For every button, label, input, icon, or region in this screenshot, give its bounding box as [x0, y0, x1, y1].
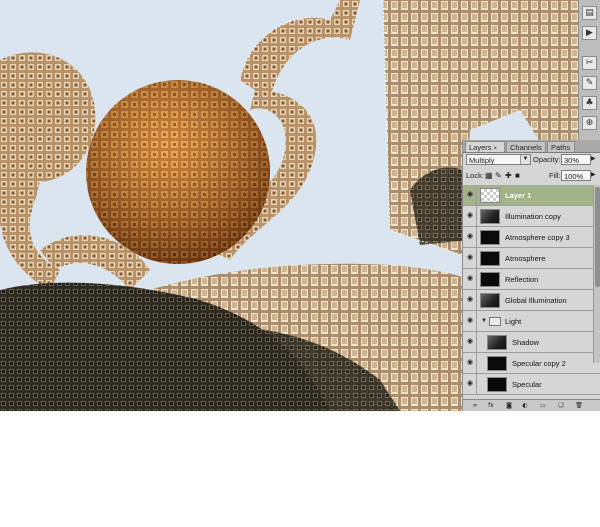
history-icon[interactable]: ▤ — [582, 6, 597, 20]
lock-all-icon[interactable]: ■ — [515, 170, 520, 181]
lock-transparent-icon[interactable]: ▦ — [485, 170, 493, 181]
layer-thumbnail — [480, 251, 500, 266]
lock-pixels-icon[interactable]: ✎ — [495, 170, 502, 181]
layer-list: ◉ Layer 1 ◉ Illumination copy ◉ Atmosphe… — [463, 185, 600, 527]
opacity-arrow-icon[interactable]: ▶ — [591, 154, 596, 165]
layer-name: Atmosphere — [505, 254, 546, 263]
lock-position-icon[interactable]: ✚ — [505, 170, 512, 181]
layer-row-global-illumination[interactable]: ◉ Global Illumination — [463, 290, 600, 311]
fill-label: Fill: — [549, 171, 561, 180]
layer-thumbnail — [487, 356, 507, 371]
close-icon[interactable]: × — [494, 146, 498, 152]
layer-row-specular[interactable]: ◉ Specular — [463, 374, 600, 395]
layer-thumbnail — [487, 335, 507, 350]
eye-icon[interactable]: ◉ — [465, 379, 475, 389]
layer-row-layer-1[interactable]: ◉ Layer 1 — [463, 185, 600, 206]
eye-icon[interactable]: ◉ — [465, 211, 475, 221]
layer-name: Light — [505, 317, 522, 326]
eye-icon[interactable]: ◉ — [465, 253, 475, 263]
layer-row-illumination-copy[interactable]: ◉ Illumination copy — [463, 206, 600, 227]
layers-bottom-bar: ∞ fx ◙ ◐ ▭ ❏ 🗑 — [463, 399, 600, 411]
panel-tabbar: Layers × Channels Paths — [463, 140, 600, 153]
layer-name: Atmosphere copy 3 — [505, 233, 570, 242]
layer-thumbnail — [480, 188, 500, 203]
eye-icon[interactable]: ◉ — [465, 232, 475, 242]
stamp-icon[interactable]: ⊕ — [582, 116, 597, 130]
layer-thumbnail — [480, 230, 500, 245]
lock-label: Lock: — [466, 171, 484, 180]
layer-thumbnail — [480, 272, 500, 287]
eye-icon[interactable]: ◉ — [465, 337, 475, 347]
tab-channels[interactable]: Channels — [506, 141, 546, 152]
layer-thumbnail — [480, 293, 500, 308]
eye-icon[interactable]: ◉ — [465, 295, 475, 305]
layer-thumbnail — [487, 377, 507, 392]
actions-icon[interactable]: ▶ — [582, 26, 597, 40]
eye-icon[interactable]: ◉ — [465, 190, 475, 200]
fill-input[interactable]: 100% — [561, 170, 591, 181]
tab-layers[interactable]: Layers × — [465, 141, 505, 152]
layer-row-shadow[interactable]: ◉ Shadow — [463, 332, 600, 353]
layer-name: Illumination copy — [505, 212, 561, 221]
trash-icon[interactable]: 🗑 — [575, 402, 583, 409]
layer-name: Specular — [512, 380, 542, 389]
chevron-down-icon: ▼ — [520, 155, 530, 164]
folder-icon — [489, 317, 501, 326]
adjustment-icon[interactable]: ◐ — [521, 402, 529, 409]
layer-group-light[interactable]: ◉ ▼ Light — [463, 311, 600, 332]
layers-panel: Layers × Channels Paths Multiply ▼ Opacit… — [462, 140, 600, 411]
fx-icon[interactable]: fx — [487, 402, 495, 409]
opacity-label: Opacity: — [533, 155, 561, 164]
eye-icon[interactable]: ◉ — [465, 316, 475, 326]
new-layer-icon[interactable]: ❏ — [557, 402, 565, 409]
brush-icon[interactable]: ✎ — [582, 76, 597, 90]
layer-name: Specular copy 2 — [512, 359, 566, 368]
opacity-input[interactable]: 30% — [561, 154, 591, 165]
group-icon[interactable]: ▭ — [539, 402, 547, 409]
layer-row-atmosphere-copy-3[interactable]: ◉ Atmosphere copy 3 — [463, 227, 600, 248]
expand-arrow-icon[interactable]: ▼ — [481, 311, 487, 332]
layer-name: Reflection — [505, 275, 539, 284]
layer-list-scrollbar[interactable] — [593, 185, 600, 363]
fill-arrow-icon[interactable]: ▶ — [591, 170, 596, 181]
layer-thumbnail — [480, 209, 500, 224]
blend-mode-select[interactable]: Multiply ▼ — [466, 154, 531, 165]
layer-row-reflection[interactable]: ◉ Reflection — [463, 269, 600, 290]
tab-paths[interactable]: Paths — [547, 141, 575, 152]
eye-icon[interactable]: ◉ — [465, 274, 475, 284]
layer-row-specular-copy-2[interactable]: ◉ Specular copy 2 — [463, 353, 600, 374]
tools-icon[interactable]: ✂ — [582, 56, 597, 70]
clone-icon[interactable]: ♣ — [582, 96, 597, 110]
scrollbar-thumb[interactable] — [595, 187, 600, 287]
layer-name: Global Illumination — [505, 296, 567, 305]
eye-icon[interactable]: ◉ — [465, 358, 475, 368]
link-icon[interactable]: ∞ — [471, 402, 479, 409]
layer-name: Layer 1 — [505, 191, 532, 200]
layer-row-atmosphere[interactable]: ◉ Atmosphere — [463, 248, 600, 269]
mask-icon[interactable]: ◙ — [505, 402, 513, 409]
layer-name: Shadow — [512, 338, 540, 347]
